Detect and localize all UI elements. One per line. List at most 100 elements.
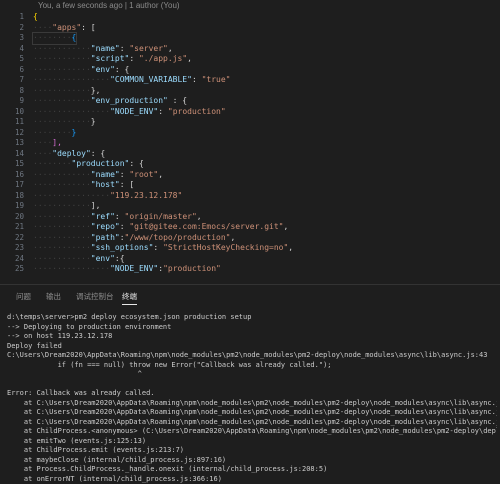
indent-guide: ···· xyxy=(33,149,52,158)
indent-guide: ············ xyxy=(33,86,91,95)
code-token: }, xyxy=(91,86,101,95)
code-line[interactable]: 10················"NODE_ENV": "productio… xyxy=(0,107,500,118)
code-token: "name" xyxy=(91,170,120,179)
code-token: "StrictHostKeyChecking=no" xyxy=(163,243,288,252)
code-token: "/www/topo/production" xyxy=(125,233,231,242)
code-line[interactable]: 16 ············"name": "root", xyxy=(0,170,500,181)
code-token: : xyxy=(129,54,139,63)
code-line[interactable]: 14····"deploy": { xyxy=(0,149,500,160)
code-line[interactable]: 2 ····"apps": [ xyxy=(0,23,500,34)
code-line[interactable]: 21············"repo": "git@gitee.com:Emo… xyxy=(0,222,500,233)
panel-tab[interactable]: 问题 xyxy=(16,291,31,302)
code-token: : xyxy=(192,75,202,84)
code-line[interactable]: 22············"path":"/www/topo/producti… xyxy=(0,233,500,244)
code-token: "119.23.12.178" xyxy=(110,191,182,200)
line-number: 24 xyxy=(0,254,24,265)
code-text: ····"apps": [ xyxy=(33,23,96,34)
panel-tab[interactable]: 终端 xyxy=(122,291,137,305)
line-number: 3 xyxy=(0,33,24,44)
code-line[interactable]: 3········{ xyxy=(0,33,500,44)
code-text: ············"name": "root", xyxy=(33,170,163,181)
line-number: 1 xyxy=(0,12,24,23)
code-line[interactable]: 17············"host": [ xyxy=(0,180,500,191)
line-number: 4 xyxy=(0,44,24,55)
code-line[interactable]: 20············"ref": "origin/master", xyxy=(0,212,500,223)
code-token: "server" xyxy=(129,44,168,53)
line-number: 23 xyxy=(0,243,24,254)
line-number: 16 xyxy=(0,170,24,181)
code-line[interactable]: 7················"COMMON_VARIABLE": "tru… xyxy=(0,75,500,86)
code-line[interactable]: 18 ················"119.23.12.178" xyxy=(0,191,500,202)
code-line[interactable]: 1{ xyxy=(0,12,500,23)
code-line[interactable]: 6············"env": { xyxy=(0,65,500,76)
indent-guide: ············ xyxy=(33,96,91,105)
code-line[interactable]: 5············"script": "./app.js", xyxy=(0,54,500,65)
line-number: 9 xyxy=(0,96,24,107)
code-token: "env" xyxy=(91,65,115,74)
indent-guide: ················ xyxy=(33,264,110,273)
code-line[interactable]: 4············"name": "server", xyxy=(0,44,500,55)
code-token: : xyxy=(153,243,163,252)
line-number: 5 xyxy=(0,54,24,65)
code-line[interactable]: 15········"production": { xyxy=(0,159,500,170)
code-line[interactable]: 25················"NODE_ENV":"production… xyxy=(0,264,500,275)
code-text: ················"NODE_ENV": "production" xyxy=(33,107,226,118)
code-text: ············"repo": "git@gitee.com:Emocs… xyxy=(33,222,288,233)
code-text: ················"119.23.12.178" xyxy=(33,191,182,202)
line-number: 11 xyxy=(0,117,24,128)
code-token: "COMMON_VARIABLE" xyxy=(110,75,192,84)
code-line[interactable]: 8············}, xyxy=(0,86,500,97)
code-token: } xyxy=(72,128,77,137)
terminal-line: at C:\Users\Dream2020\AppData\Roaming\np… xyxy=(7,399,497,409)
code-token: : xyxy=(120,170,130,179)
indent-guide: ············ xyxy=(33,65,91,74)
code-token: : xyxy=(120,222,130,231)
panel-tab[interactable]: 调试控制台 xyxy=(76,291,114,302)
line-number: 2 xyxy=(0,23,24,34)
terminal-line: if (fn === null) throw new Error("Callba… xyxy=(7,361,497,371)
code-token: "ssh_options" xyxy=(91,243,154,252)
code-token: "NODE_ENV" xyxy=(110,264,158,273)
terminal-line: at ChildProcess.emit (events.js:213:7) xyxy=(7,446,497,456)
indent-guide: ················ xyxy=(33,75,110,84)
terminal-line: at ChildProcess.<anonymous> (C:\Users\Dr… xyxy=(7,427,497,437)
code-text: ············"host": [ xyxy=(33,180,134,191)
code-line[interactable]: 12········} xyxy=(0,128,500,139)
code-text: ············"ssh_options": "StrictHostKe… xyxy=(33,243,293,254)
line-number: 18 xyxy=(0,191,24,202)
code-editor[interactable]: You, a few seconds ago | 1 author (You) … xyxy=(0,0,500,284)
code-text: ············"env":{ xyxy=(33,254,125,265)
code-token: ], xyxy=(91,201,101,210)
line-number: 13 xyxy=(0,138,24,149)
code-text: ············"env": { xyxy=(33,65,129,76)
code-token: "origin/master" xyxy=(125,212,197,221)
code-token: "true" xyxy=(202,75,231,84)
indent-guide: ············ xyxy=(33,201,91,210)
indent-guide: ············ xyxy=(33,117,91,126)
code-token: ], xyxy=(52,138,62,147)
code-token: "host" xyxy=(91,180,120,189)
indent-guide: ············ xyxy=(33,254,91,263)
code-line[interactable]: 11············} xyxy=(0,117,500,128)
code-line[interactable]: 9············"env_production" : { xyxy=(0,96,500,107)
terminal-line: at maybeClose (internal/child_process.js… xyxy=(7,456,497,466)
indent-guide: ···· xyxy=(33,138,52,147)
code-line[interactable]: 13 ····], xyxy=(0,138,500,149)
code-line[interactable]: 19············], xyxy=(0,201,500,212)
code-text: ············"ref": "origin/master", xyxy=(33,212,202,223)
code-token: "env_production" xyxy=(91,96,168,105)
code-token: "name" xyxy=(91,44,120,53)
code-lines[interactable]: 1{2····"apps": [3········{4············"… xyxy=(0,12,500,275)
code-token: "apps" xyxy=(52,23,81,32)
panel-tab[interactable]: 输出 xyxy=(46,291,61,302)
code-token: { xyxy=(72,33,77,42)
terminal-output[interactable]: d:\temps\server>pm2 deploy ecosystem.jso… xyxy=(7,313,497,484)
code-token: , xyxy=(197,212,202,221)
terminal-line: at C:\Users\Dream2020\AppData\Roaming\np… xyxy=(7,418,497,428)
code-line[interactable]: 24 ············"env":{ xyxy=(0,254,500,265)
code-line[interactable]: 23 ············"ssh_options": "StrictHost… xyxy=(0,243,500,254)
code-token: "ref" xyxy=(91,212,115,221)
line-number: 14 xyxy=(0,149,24,160)
code-token: : xyxy=(158,107,168,116)
code-text: { xyxy=(33,12,38,23)
